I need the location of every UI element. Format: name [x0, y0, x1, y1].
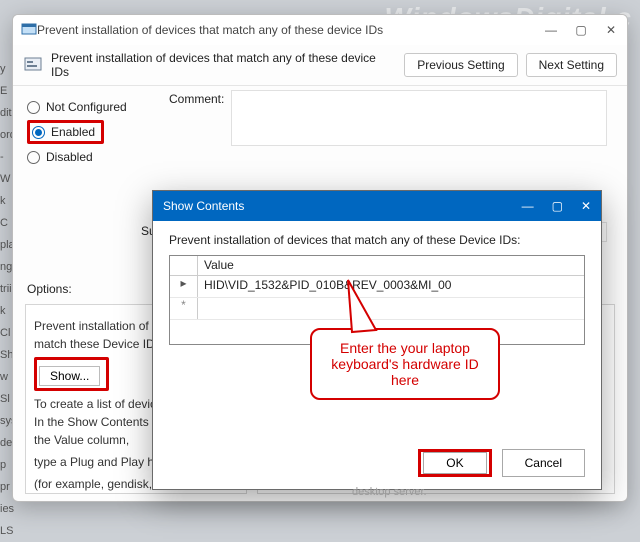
window-title: Prevent installation of devices that mat…	[37, 23, 543, 37]
ok-button[interactable]: OK	[423, 452, 486, 474]
modal-minimize-icon[interactable]: —	[522, 199, 534, 213]
radio-icon	[27, 151, 40, 164]
window-icon	[21, 21, 37, 40]
grid-cell-empty[interactable]	[198, 298, 584, 319]
modal-title: Show Contents	[163, 199, 522, 213]
radio-disabled[interactable]: Disabled	[27, 150, 613, 164]
next-setting-button[interactable]: Next Setting	[526, 53, 617, 77]
grid-header: Value	[170, 256, 584, 276]
comment-label: Comment:	[169, 92, 224, 106]
policy-icon	[23, 55, 43, 75]
policy-subtitle: Prevent installation of devices that mat…	[51, 51, 396, 79]
radio-enabled[interactable]: Enabled	[32, 125, 95, 139]
new-row-icon	[170, 298, 198, 319]
previous-setting-button[interactable]: Previous Setting	[404, 53, 517, 77]
show-button-highlight: Show...	[34, 357, 109, 391]
background-text-fragment: desktop server.	[352, 486, 427, 498]
modal-description: Prevent installation of devices that mat…	[169, 233, 585, 247]
modal-titlebar: Show Contents — ▢ ✕	[153, 191, 601, 221]
radio-label: Enabled	[51, 125, 95, 139]
toolbar: Prevent installation of devices that mat…	[13, 45, 627, 86]
modal-close-icon[interactable]: ✕	[581, 199, 591, 213]
options-label: Options:	[27, 282, 72, 296]
modal-button-row: OK Cancel	[418, 449, 585, 477]
grid-column-header: Value	[198, 256, 584, 275]
ok-button-highlight: OK	[418, 449, 491, 477]
row-selector-icon: ▸	[170, 276, 198, 297]
radio-icon	[27, 101, 40, 114]
cancel-button[interactable]: Cancel	[502, 449, 585, 477]
maximize-icon[interactable]: ▢	[573, 23, 589, 37]
modal-maximize-icon[interactable]: ▢	[552, 199, 563, 213]
radio-label: Disabled	[46, 150, 93, 164]
annotation-callout: Enter the your laptop keyboard's hardwar…	[310, 328, 500, 400]
minimize-icon[interactable]: —	[543, 23, 559, 37]
outer-titlebar: Prevent installation of devices that mat…	[13, 15, 627, 45]
radio-icon	[32, 126, 45, 139]
grid-cell-value[interactable]: HID\VID_1532&PID_010B&REV_0003&MI_00	[198, 276, 584, 297]
comment-textarea[interactable]	[231, 90, 607, 146]
close-icon[interactable]: ✕	[603, 23, 619, 37]
grid-row-1[interactable]: ▸ HID\VID_1532&PID_010B&REV_0003&MI_00	[170, 276, 584, 298]
enabled-highlight: Enabled	[27, 120, 104, 144]
show-button[interactable]: Show...	[39, 366, 100, 386]
radio-label: Not Configured	[46, 100, 127, 114]
